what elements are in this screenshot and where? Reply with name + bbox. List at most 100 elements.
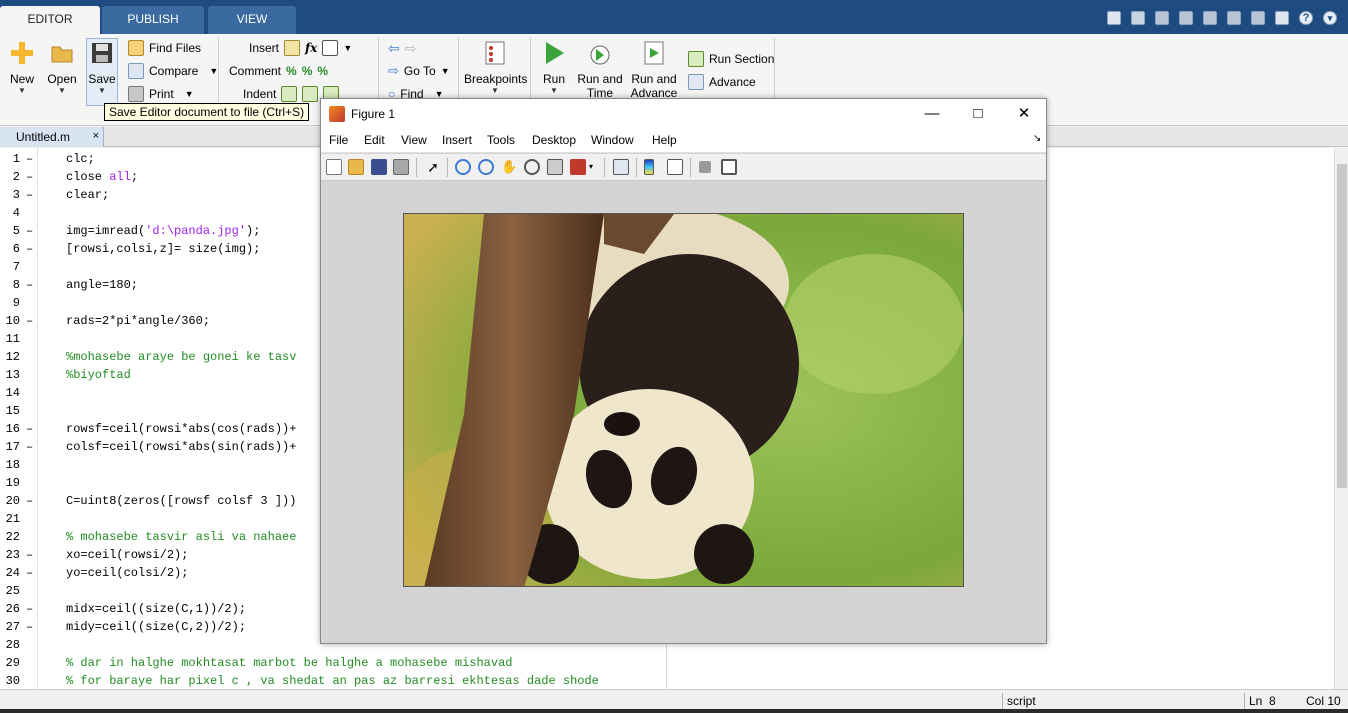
breakpoint-marker[interactable]: –: [26, 438, 33, 456]
brush-icon[interactable]: [570, 159, 586, 175]
menu-tools[interactable]: Tools: [487, 133, 515, 147]
switch-windows-icon[interactable]: [1272, 8, 1292, 28]
breakpoint-marker[interactable]: –: [26, 276, 33, 294]
run-and-advance-button[interactable]: Run and Advance: [630, 38, 678, 104]
paste-icon[interactable]: [1200, 8, 1220, 28]
print-button[interactable]: Print ▼: [128, 84, 194, 104]
line-number: 27: [5, 620, 20, 634]
code-text: % dar in halghe mokhtasat marbot be halg…: [66, 656, 513, 670]
redo-icon[interactable]: [1248, 8, 1268, 28]
pan-hand-icon[interactable]: ✋: [501, 159, 517, 175]
menu-desktop[interactable]: Desktop: [532, 133, 576, 147]
breakpoint-marker[interactable]: –: [26, 312, 33, 330]
stopwatch-icon: [587, 40, 613, 66]
undo-icon[interactable]: [1224, 8, 1244, 28]
code-text: yo=ceil(colsi/2);: [66, 566, 189, 580]
line-number: 16: [5, 422, 20, 436]
menu-insert[interactable]: Insert: [442, 133, 472, 147]
run-button[interactable]: Run ▼: [534, 38, 574, 104]
breakpoint-marker[interactable]: –: [26, 222, 33, 240]
tab-view[interactable]: VIEW: [208, 6, 296, 34]
file-tab-untitled[interactable]: Untitled.m ×: [0, 127, 104, 147]
code-text: C=uint8(zeros([rowsf colsf 3 ])): [66, 494, 297, 508]
save-figure-icon[interactable]: [371, 159, 387, 175]
open-button[interactable]: Open ▼: [42, 38, 82, 104]
dock-arrow-icon[interactable]: ↘: [1033, 133, 1041, 144]
save-button[interactable]: Save ▼: [82, 38, 122, 104]
plus-icon: [9, 40, 35, 66]
code-token: );: [246, 224, 261, 238]
breakpoint-marker[interactable]: –: [26, 420, 33, 438]
layout-icon[interactable]: [1104, 8, 1124, 28]
hide-plot-tools-icon[interactable]: [699, 161, 711, 173]
menu-window[interactable]: Window: [591, 133, 634, 147]
line-number: 26: [5, 602, 20, 616]
breakpoint-marker[interactable]: –: [26, 618, 33, 636]
zoom-in-icon[interactable]: [455, 159, 471, 175]
vertical-scrollbar[interactable]: [1334, 148, 1348, 689]
compare-button[interactable]: Compare ▼: [128, 61, 218, 81]
figure-title-bar[interactable]: Figure 1 — □ ✕: [321, 99, 1046, 129]
rotate-3d-icon[interactable]: [524, 159, 540, 175]
forward-arrow-icon[interactable]: ⇨: [405, 40, 417, 57]
minimize-button[interactable]: —: [909, 99, 955, 129]
zoom-out-icon[interactable]: [478, 159, 494, 175]
breakpoint-marker[interactable]: –: [26, 150, 33, 168]
close-button[interactable]: ✕: [1001, 99, 1047, 129]
breakpoint-marker[interactable]: –: [26, 168, 33, 186]
cut-icon[interactable]: [1152, 8, 1172, 28]
breakpoint-marker[interactable]: –: [26, 546, 33, 564]
menu-help[interactable]: Help: [652, 133, 677, 147]
advance-button[interactable]: Advance: [688, 72, 756, 92]
link-plot-icon[interactable]: [613, 159, 629, 175]
data-cursor-icon[interactable]: [547, 159, 563, 175]
legend-icon[interactable]: [667, 159, 683, 175]
percent-icon: %: [286, 64, 297, 78]
comment-button[interactable]: Comment % % %: [229, 61, 328, 81]
chevron-down-icon[interactable]: ▾: [589, 159, 597, 175]
comment-label: Comment: [229, 64, 282, 78]
breakpoint-marker[interactable]: –: [26, 186, 33, 204]
breakpoint-marker[interactable]: –: [26, 492, 33, 510]
chevron-down-icon[interactable]: ▾: [1320, 8, 1340, 28]
chevron-down-icon: ▼: [18, 86, 26, 95]
find-files-button[interactable]: Find Files: [128, 38, 201, 58]
new-button[interactable]: New ▼: [2, 38, 42, 104]
menu-file[interactable]: File: [329, 133, 348, 147]
open-file-icon[interactable]: [348, 159, 364, 175]
copy-icon[interactable]: [1176, 8, 1196, 28]
show-plot-tools-icon[interactable]: [721, 159, 737, 175]
play-icon: [541, 40, 567, 66]
run-and-time-button[interactable]: Run and Time: [576, 38, 624, 104]
code-line[interactable]: 30 % for baraye har pixel c , va shedat a…: [0, 672, 700, 690]
code-line[interactable]: 29 % dar in halghe mokhtasat marbot be ha…: [0, 654, 700, 672]
goto-button[interactable]: ⇨ Go To ▼: [388, 61, 450, 81]
close-icon[interactable]: ×: [93, 130, 99, 142]
scrollbar-thumb[interactable]: [1337, 164, 1347, 488]
pointer-icon[interactable]: ➚: [425, 159, 441, 175]
run-section-button[interactable]: Run Section: [688, 49, 774, 69]
code-text: midx=ceil((size(C,1))/2);: [66, 602, 247, 616]
line-status: Ln 8: [1244, 693, 1300, 709]
menu-view[interactable]: View: [401, 133, 427, 147]
save-icon[interactable]: [1128, 8, 1148, 28]
find-files-label: Find Files: [149, 41, 202, 55]
colorbar-icon[interactable]: [644, 159, 654, 175]
back-arrow-icon[interactable]: ⇦: [388, 40, 400, 57]
print-figure-icon[interactable]: [393, 159, 409, 175]
figure-window[interactable]: Figure 1 — □ ✕ File Edit View Insert Too…: [320, 98, 1047, 644]
code-text: [rowsi,colsi,z]= size(img);: [66, 242, 261, 256]
help-icon[interactable]: ?: [1296, 8, 1316, 28]
ln-label: Ln: [1249, 694, 1263, 708]
breakpoint-marker[interactable]: –: [26, 564, 33, 582]
breakpoints-button[interactable]: Breakpoints ▼: [464, 38, 527, 104]
maximize-button[interactable]: □: [955, 99, 1001, 129]
new-figure-icon[interactable]: [326, 159, 342, 175]
breakpoint-marker[interactable]: –: [26, 600, 33, 618]
menu-edit[interactable]: Edit: [364, 133, 385, 147]
tab-editor[interactable]: EDITOR: [0, 6, 100, 34]
smart-indent-icon: [281, 86, 298, 102]
breakpoint-marker[interactable]: –: [26, 240, 33, 258]
insert-button[interactable]: Insert fx ▼: [249, 38, 352, 58]
tab-publish[interactable]: PUBLISH: [102, 6, 204, 34]
